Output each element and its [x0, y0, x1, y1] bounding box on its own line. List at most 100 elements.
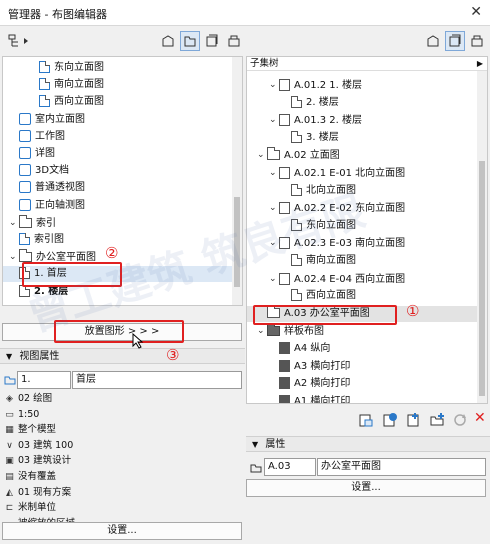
view-property-value: 米制单位 [18, 502, 57, 514]
layout-id-icon [250, 462, 262, 477]
view-property-row[interactable]: ▤ 没有覆盖 [4, 469, 56, 484]
view-map-icon[interactable] [180, 31, 200, 51]
view-property-row[interactable]: ∨ 03 建筑 100 [4, 438, 73, 453]
left-tree-item-label: 南向立面图 [54, 79, 104, 91]
left-scrollbar[interactable] [232, 57, 242, 305]
left-tree-item[interactable]: 详图 [19, 146, 55, 162]
chevron-down-icon[interactable]: ⌄ [269, 235, 279, 251]
layout-tree-item[interactable]: A3 横向打印 [269, 359, 350, 375]
layout-tree-item[interactable]: ⌄ 样板布图 [257, 323, 324, 339]
layout-tree-item[interactable]: ⌄ A.02.4 E-04 西向立面图 [269, 271, 405, 287]
left-tree-item[interactable]: 工作图 [19, 129, 65, 145]
view-name-field[interactable]: 首层 [72, 371, 242, 389]
layout-tree-item[interactable]: ⌄ A.02.2 E-02 东向立面图 [269, 200, 405, 216]
left-tree-item[interactable]: 室内立面图 [19, 112, 85, 128]
layout-tree-item[interactable]: ⌄ A.02.3 E-03 南向立面图 [269, 235, 405, 251]
layout-tree-item[interactable]: 2. 楼层 [281, 95, 339, 111]
new-layout-icon[interactable] [358, 412, 374, 431]
left-tree-item[interactable]: 东向立面图 [39, 60, 104, 76]
new-folder-icon[interactable] [430, 412, 446, 431]
right-scrollbar[interactable] [477, 71, 487, 403]
left-tree-item[interactable]: 西向立面图 [39, 94, 104, 110]
master-layout-icon [279, 394, 294, 403]
view-property-value: 03 建筑 100 [18, 439, 74, 451]
layout-tree-item[interactable]: ⌄ A.02.1 E-01 北向立面图 [269, 165, 405, 181]
left-scrollbar-thumb[interactable] [234, 197, 240, 287]
new-master-icon[interactable] [406, 412, 422, 431]
publisher-icon[interactable] [467, 31, 487, 51]
view-property-row[interactable]: ▭ 1:50 [4, 407, 39, 422]
collapse-icon[interactable]: ▼ [252, 440, 258, 449]
chevron-down-icon[interactable]: ⌄ [9, 249, 19, 265]
layout-tree-item[interactable]: 东向立面图 [281, 218, 356, 234]
right-scrollbar-thumb[interactable] [479, 161, 485, 396]
left-tree-item-label: 索引图 [34, 234, 64, 245]
left-tree-item-label: 西向立面图 [54, 96, 104, 108]
chevron-down-icon[interactable]: ⌄ [257, 147, 267, 163]
publisher-icon[interactable] [224, 31, 244, 51]
layout-icon [279, 272, 294, 285]
layout-tree-item[interactable]: A4 纵向 [269, 341, 330, 357]
view-settings-button[interactable]: 设置... [2, 522, 242, 540]
chevron-down-icon[interactable]: ⌄ [9, 215, 19, 231]
view-property-row[interactable]: ⊏ 米制单位 [4, 500, 56, 515]
view-property-row[interactable]: ◈ 02 绘图 [4, 391, 52, 406]
layout-icon [279, 237, 294, 250]
layout-tree-item[interactable]: A2 横向打印 [269, 376, 350, 392]
annotation-three: ③ [166, 346, 180, 364]
chevron-down-icon[interactable]: ⌄ [269, 77, 279, 93]
left-toolbar [0, 26, 245, 56]
layout-icon [279, 202, 294, 215]
left-tree-item[interactable]: 正向轴测图 [19, 198, 85, 214]
project-map-icon[interactable] [423, 31, 443, 51]
layout-tree-item[interactable]: 南向立面图 [281, 253, 356, 269]
title-bar: 管理器 - 布图编辑器 ✕ [0, 0, 490, 26]
left-tree-item-label: 普通透视图 [35, 182, 85, 194]
model-icon: ▦ [5, 425, 14, 436]
delete-icon[interactable]: ✕ [474, 410, 486, 426]
layout-tree-item[interactable]: 西向立面图 [281, 288, 356, 304]
view-property-row[interactable]: ▦ 整个模型 [4, 422, 56, 437]
layout-tree-item[interactable]: 3. 楼层 [281, 130, 339, 146]
highlight-floor-one [22, 262, 122, 287]
right-toolbar [245, 26, 490, 56]
view-id-field[interactable]: 1. [17, 371, 71, 389]
left-tree-item[interactable]: 索引图 [19, 232, 64, 248]
project-map-icon[interactable] [158, 31, 178, 51]
interior-elevation-icon [19, 112, 35, 125]
detail-icon [19, 147, 35, 159]
mouse-cursor-icon [132, 332, 144, 352]
layout-icon [279, 79, 294, 91]
layout-settings-button[interactable]: 设置... [246, 479, 486, 497]
layout-tree-item[interactable]: 北向立面图 [281, 183, 356, 199]
layout-name-field[interactable]: 办公室平面图 [317, 458, 486, 476]
view-property-row[interactable]: ▣ 03 建筑设计 [4, 453, 71, 468]
layout-tree-item[interactable]: ⌄ A.01.2 1. 楼层 [269, 77, 362, 93]
layout-id-field[interactable]: A.03 [264, 458, 316, 476]
annotation-two: ② [105, 244, 119, 262]
collapse-icon[interactable]: ▼ [6, 352, 12, 361]
chevron-down-icon[interactable]: ⌄ [269, 200, 279, 216]
navigator-dropdown-icon[interactable] [6, 31, 34, 51]
close-icon[interactable]: ✕ [470, 4, 482, 20]
left-tree-item[interactable]: 普通透视图 [19, 180, 85, 196]
highlight-office-plan [253, 305, 397, 325]
layout-tree-item-label: A1 横向打印 [294, 395, 351, 404]
chevron-down-icon[interactable]: ⌄ [269, 112, 279, 128]
chevron-down-icon[interactable]: ⌄ [257, 323, 267, 339]
layout-tree-item-label: A.01.2 1. 楼层 [294, 80, 363, 91]
layout-tree-item[interactable]: ⌄ A.02 立面图 [257, 147, 340, 163]
expand-arrow-icon[interactable]: ▶ [477, 57, 483, 71]
view-property-value: 没有覆盖 [18, 471, 57, 482]
left-tree-item[interactable]: 3D文档 [19, 163, 69, 179]
left-tree-item[interactable]: 南向立面图 [39, 77, 104, 93]
chevron-down-icon[interactable]: ⌄ [269, 165, 279, 181]
new-subset-icon[interactable] [382, 412, 398, 431]
layout-tree-item[interactable]: ⌄ A.01.3 2. 楼层 [269, 112, 362, 128]
layout-book-icon[interactable] [445, 31, 465, 51]
layout-tree-item[interactable]: A1 横向打印 [269, 394, 351, 404]
layout-book-icon[interactable] [202, 31, 222, 51]
view-property-row[interactable]: ◭ 01 现有方案 [4, 485, 71, 500]
chevron-down-icon[interactable]: ⌄ [269, 271, 279, 287]
left-tree-item[interactable]: ⌄ 索引 [9, 214, 56, 231]
